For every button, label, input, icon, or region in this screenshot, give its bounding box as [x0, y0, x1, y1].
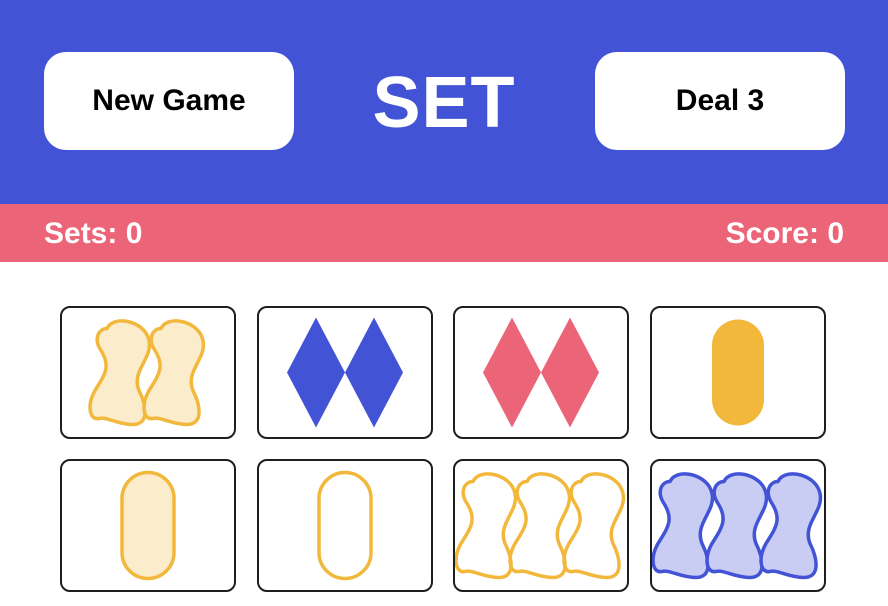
- set-card[interactable]: [60, 459, 236, 592]
- squiggle-symbol: [88, 319, 152, 427]
- set-card[interactable]: [257, 459, 433, 592]
- oval-symbols: [120, 470, 176, 581]
- oval-symbols: [712, 319, 764, 426]
- status-bar: Sets: 0 Score: 0: [0, 204, 888, 262]
- squiggle-symbol: [705, 472, 769, 580]
- set-card[interactable]: [650, 459, 826, 592]
- set-card[interactable]: [453, 459, 629, 592]
- squiggle-symbol: [508, 472, 572, 580]
- squiggle-symbol: [759, 472, 823, 580]
- squiggle-symbols: [88, 319, 206, 427]
- sets-counter: Sets: 0: [44, 217, 143, 250]
- diamond-symbol: [483, 317, 541, 428]
- squiggle-symbols: [455, 472, 626, 580]
- squiggle-symbols: [652, 472, 823, 580]
- oval-symbols: [317, 470, 373, 581]
- set-card[interactable]: [650, 306, 826, 439]
- squiggle-symbol: [455, 472, 518, 580]
- diamond-symbols: [287, 317, 403, 428]
- set-card[interactable]: [60, 306, 236, 439]
- new-game-button[interactable]: New Game: [44, 52, 294, 150]
- squiggle-symbol: [142, 319, 206, 427]
- top-bar: New Game SET Deal 3: [0, 0, 888, 204]
- squiggle-symbol: [652, 472, 715, 580]
- deal-3-button[interactable]: Deal 3: [595, 52, 845, 150]
- oval-symbol: [712, 319, 764, 426]
- oval-symbol: [317, 470, 373, 581]
- diamond-symbol: [287, 317, 345, 428]
- set-card[interactable]: [257, 306, 433, 439]
- set-card[interactable]: [453, 306, 629, 439]
- score-counter: Score: 0: [725, 217, 844, 250]
- diamond-symbol: [541, 317, 599, 428]
- game-title: SET: [372, 63, 516, 143]
- diamond-symbol: [345, 317, 403, 428]
- squiggle-symbol: [562, 472, 626, 580]
- diamond-symbols: [483, 317, 599, 428]
- oval-symbol: [120, 470, 176, 581]
- card-board: [0, 262, 888, 606]
